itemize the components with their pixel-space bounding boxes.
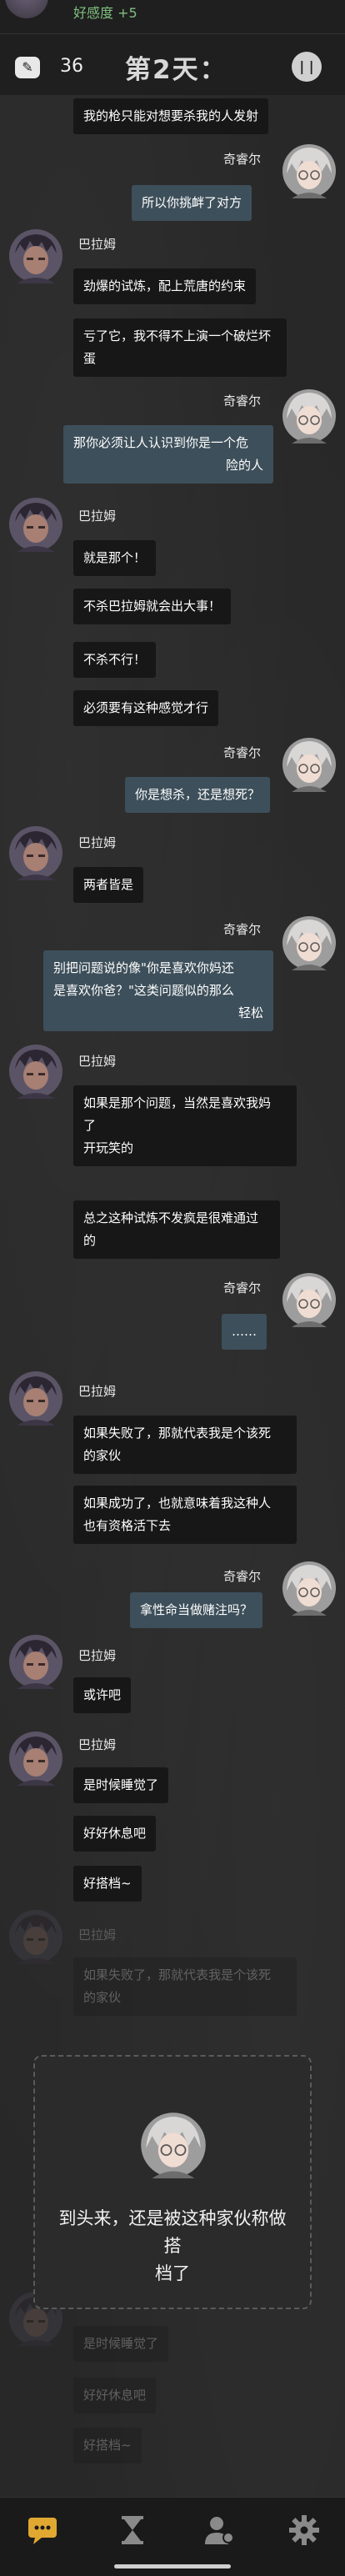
- speaker-name: 奇睿尔: [223, 922, 262, 937]
- chat-bubble: 那你必须让人认识到你是一个危 险的人: [63, 425, 273, 484]
- speaker-name: 巴拉姆: [78, 835, 117, 850]
- chat-bubble: 我的枪只能对想要杀我的人发射: [73, 98, 269, 134]
- reply-choice-card[interactable]: 到头来，还是被这种家伙称做搭 档了: [33, 2055, 312, 2309]
- speaker-name: 奇睿尔: [223, 152, 262, 167]
- avatar: [140, 2112, 207, 2178]
- pencil-icon[interactable]: ✎: [15, 57, 40, 78]
- nav-settings[interactable]: [283, 2509, 325, 2551]
- note-count: 36: [60, 56, 83, 77]
- home-indicator: [114, 2564, 231, 2568]
- nav-profile[interactable]: [198, 2509, 240, 2551]
- chat-bubble: 你是想杀，还是想死？: [125, 777, 271, 813]
- chat-bubble: 劲爆的试炼，配上荒唐的约束: [73, 268, 257, 304]
- avatar: [282, 1272, 337, 1327]
- speaker-name: 奇睿尔: [223, 1280, 262, 1296]
- chat-bubble: 所以你挑衅了对方: [132, 185, 252, 221]
- chat-bubble: 两者皆是: [73, 867, 144, 903]
- chat-bubble: 别把问题说的像"你是喜欢你妈还 是喜欢你爸？"这类问题似的那么 轻松: [43, 950, 273, 1031]
- avatar: [8, 1634, 63, 1689]
- chat-bubble: 必须要有这种感觉才行: [73, 690, 219, 726]
- avatar: [8, 1909, 63, 1964]
- chat-bubble: 好搭档~: [73, 2428, 142, 2463]
- chat-bubble: 亏了它，我不得不上演一个破烂坏 蛋: [73, 318, 287, 377]
- chat-bubble: 拿性命当做赌注吗？: [130, 1592, 263, 1628]
- day-title: 第2天：: [125, 55, 228, 85]
- top-bar: 好感度 +5 ✎ 36 第2天： | |: [0, 0, 345, 95]
- chat-bubble: 是时候睡觉了: [73, 2326, 169, 2362]
- gear-icon: [289, 2515, 319, 2545]
- chat-bubble: 好好休息吧: [73, 1816, 157, 1852]
- chat-bubble: 总之这种试炼不发疯是很难通过 的: [73, 1200, 280, 1259]
- avatar: [8, 825, 63, 880]
- avatar: [8, 1371, 63, 1426]
- speaker-name: 巴拉姆: [78, 1927, 117, 1942]
- chat-bubble: 不杀巴拉姆就会出大事！: [73, 589, 232, 624]
- speaker-name: 巴拉姆: [78, 1384, 117, 1399]
- avatar: [282, 388, 337, 444]
- speaker-name: 巴拉姆: [78, 1054, 117, 1069]
- chat-icon: [28, 2518, 57, 2544]
- hourglass-icon: [122, 2516, 143, 2544]
- chat-bubble: 或许吧: [73, 1677, 132, 1713]
- chat-bubble: 如果失败了，那就代表我是个该死 的家伙: [73, 1416, 297, 1474]
- chat-bubble: 如果是那个问题，当然是喜欢我妈 了 开玩笑的: [73, 1085, 297, 1166]
- reply-choice-text[interactable]: 到头来，还是被这种家伙称做搭 档了: [52, 2205, 293, 2288]
- speaker-name: 巴拉姆: [78, 509, 117, 524]
- chat-bubble: 就是那个！: [73, 540, 157, 576]
- speaker-name: 巴拉姆: [78, 237, 117, 252]
- pause-button[interactable]: | |: [292, 52, 322, 82]
- favorability-label: 好感度 +5: [73, 5, 138, 21]
- divider: [0, 33, 345, 34]
- speaker-name: 巴拉姆: [78, 1648, 117, 1663]
- chat-bubble: 如果失败了，那就代表我是个该死 的家伙: [73, 1957, 297, 2016]
- chat-bubble: 不杀不行！: [73, 642, 157, 678]
- avatar: [282, 143, 337, 198]
- chat-bubble: 好搭档~: [73, 1866, 142, 1902]
- avatar: [282, 1561, 337, 1616]
- chat-bubble: 是时候睡觉了: [73, 1767, 169, 1803]
- avatar: [282, 915, 337, 970]
- speaker-name: 奇睿尔: [223, 1569, 262, 1584]
- speaker-name: 奇睿尔: [223, 745, 262, 760]
- avatar: [282, 737, 337, 792]
- speaker-name: 奇睿尔: [223, 393, 262, 408]
- chat-bubble: 如果成功了，也就意味着我这种人 也有资格活下去: [73, 1486, 297, 1544]
- avatar: [8, 497, 63, 552]
- avatar: [8, 1044, 63, 1099]
- profile-icon: [205, 2517, 234, 2544]
- chat-bubble: ……: [222, 1314, 267, 1350]
- avatar: [8, 228, 63, 283]
- chat-bubble: 好好休息吧: [73, 2378, 157, 2413]
- speaker-name: 巴拉姆: [78, 1737, 117, 1752]
- nav-hourglass[interactable]: [112, 2509, 153, 2551]
- avatar: [8, 1731, 63, 1786]
- avatar: [5, 0, 48, 18]
- nav-chat[interactable]: [23, 2509, 65, 2551]
